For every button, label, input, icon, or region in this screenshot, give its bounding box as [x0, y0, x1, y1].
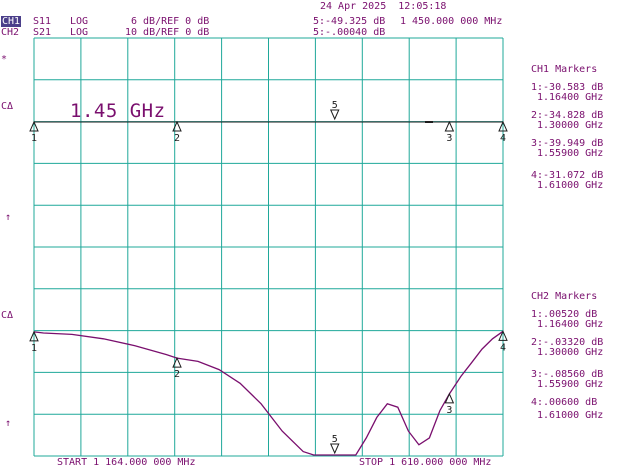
ch1-markers-title: CH1 Markers	[531, 64, 598, 75]
ch1-format[interactable]: LOG	[70, 16, 88, 27]
ch2-marker-3-freq: 1.55900 GHz	[537, 379, 604, 390]
ch2-marker-2-freq: 1.30000 GHz	[537, 347, 604, 358]
ch2-label[interactable]: CH2	[1, 27, 19, 38]
ch1-marker-4-number: 4	[500, 133, 506, 144]
ch2-marker-5	[329, 443, 340, 455]
ch1-marker-2-freq: 1.30000 GHz	[537, 120, 604, 131]
ch2-scale[interactable]: 10 dB/REF 0 dB	[125, 27, 209, 38]
marker5-frequency: 1 450.000 000 MHz	[400, 16, 503, 27]
arrow-up-icon: ↑	[5, 418, 12, 429]
ch2-marker-1-freq: 1.16400 GHz	[537, 319, 604, 330]
ch1-marker-1-freq: 1.16400 GHz	[537, 92, 604, 103]
stop-frequency[interactable]: STOP 1 610.000 000 MHz	[359, 457, 491, 468]
ch1-marker-5	[329, 109, 340, 121]
star-icon: *	[1, 54, 8, 65]
ch1-marker-4-freq: 1.61000 GHz	[537, 180, 604, 191]
ch2-reference-icon: CΔ	[1, 310, 14, 321]
ch1-reference-icon: CΔ	[1, 101, 14, 112]
ch2-format[interactable]: LOG	[70, 27, 88, 38]
ch1-marker-2-number: 2	[174, 133, 180, 144]
ch2-marker-1-number: 1	[31, 343, 37, 354]
ch1-param[interactable]: S11	[33, 16, 51, 27]
ch1-scale[interactable]: 6 dB/REF 0 dB	[131, 16, 209, 27]
ch1-marker-1-number: 1	[31, 133, 37, 144]
ch1-active-label[interactable]: CH1	[1, 16, 22, 27]
marker5-ch1-value: 5:-49.325 dB	[313, 16, 386, 27]
ch1-marker-5-number: 5	[332, 100, 338, 111]
cursor-frequency: 1.45 GHz	[70, 100, 166, 122]
date-time: 24 Apr 2025 12:05:18	[320, 1, 447, 12]
start-frequency[interactable]: START 1 164.000 000 MHz	[57, 457, 195, 468]
ch2-marker-5-number: 5	[332, 434, 338, 445]
ch2-marker-4-value: 4:.00600 dB	[531, 397, 598, 408]
ch1-marker-3	[444, 120, 455, 132]
marker5-ch2-value: 5:-.00040 dB	[313, 27, 386, 38]
ch2-markers-title: CH2 Markers	[531, 291, 598, 302]
ch1-marker-3-freq: 1.55900 GHz	[537, 148, 604, 159]
ch2-marker-2-number: 2	[174, 369, 180, 380]
ch2-param[interactable]: S21	[33, 27, 51, 38]
ch1-marker-3-number: 3	[446, 133, 452, 144]
ch2-marker-3-number: 3	[446, 405, 452, 416]
ch2-marker-4-freq: 1.61000 GHz	[537, 410, 604, 421]
arrow-up-icon: ↑	[5, 212, 12, 223]
ch2-marker-4-number: 4	[500, 342, 506, 353]
